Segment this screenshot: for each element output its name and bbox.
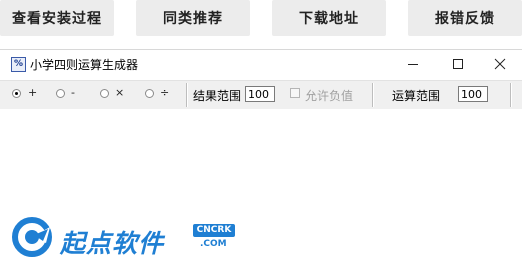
error-feedback-button[interactable]: 报错反馈 — [408, 0, 522, 36]
download-address-button[interactable]: 下载地址 — [272, 0, 386, 36]
brand-badge: CNCRK — [193, 224, 235, 237]
radio-multiply-label: × — [115, 86, 125, 99]
op-range-label: 运算范围 — [392, 89, 441, 103]
toolbar-separator — [186, 83, 188, 107]
minimize-icon — [408, 64, 418, 65]
op-range-input[interactable]: 100 — [458, 86, 488, 102]
view-install-process-button[interactable]: 查看安装过程 — [0, 0, 114, 36]
options-toolbar: + - × ÷ 结果范围 100 允许负值 运算范围 100 — [0, 80, 522, 110]
radio-multiply[interactable] — [100, 89, 109, 98]
top-button-bar: 查看安装过程 同类推荐 下载地址 报错反馈 — [0, 0, 522, 38]
brand-name: 起点软件 — [60, 229, 165, 258]
maximize-icon — [453, 59, 463, 69]
window-title: 小学四则运算生成器 — [30, 58, 139, 72]
radio-minus[interactable] — [56, 89, 65, 98]
radio-divide-label: ÷ — [160, 86, 170, 99]
brand-domain: .COM — [200, 239, 227, 249]
allow-negative-label: 允许负值 — [305, 89, 354, 103]
app-icon: % — [11, 57, 26, 72]
result-range-label: 结果范围 — [193, 89, 242, 103]
close-button[interactable] — [485, 54, 515, 74]
radio-minus-label: - — [71, 86, 75, 99]
allow-negative-checkbox[interactable] — [290, 88, 300, 98]
result-range-input[interactable]: 100 — [245, 86, 275, 102]
toolbar-separator — [510, 83, 512, 107]
minimize-button[interactable] — [398, 54, 428, 74]
toolbar-separator — [372, 83, 374, 107]
radio-plus[interactable] — [12, 89, 21, 98]
close-icon — [494, 58, 506, 70]
title-bar: % 小学四则运算生成器 — [0, 50, 522, 78]
radio-plus-label: + — [28, 86, 38, 99]
maximize-button[interactable] — [443, 54, 473, 74]
radio-divide[interactable] — [145, 89, 154, 98]
similar-recommend-button[interactable]: 同类推荐 — [136, 0, 250, 36]
